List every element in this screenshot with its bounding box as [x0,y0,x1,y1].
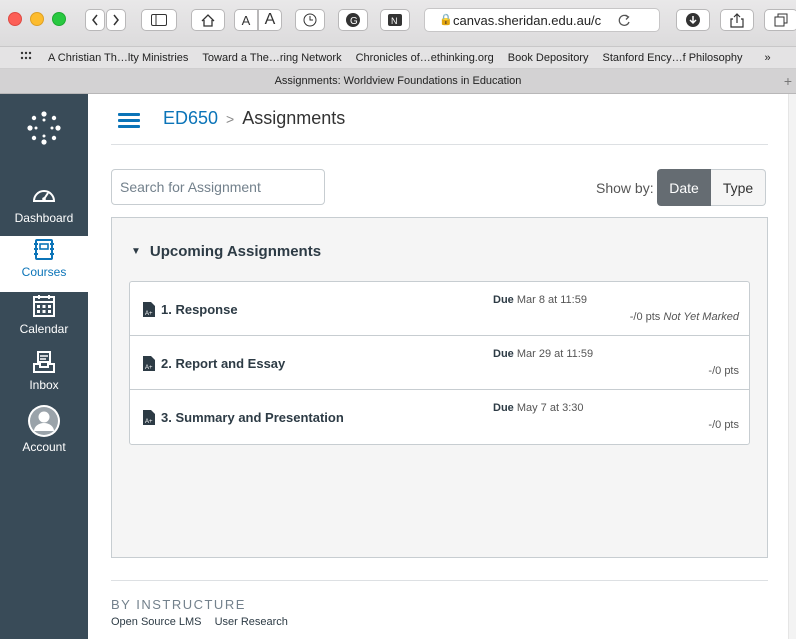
assignment-row[interactable]: A+ 2. Report and Essay Due Mar 29 at 11:… [130,336,749,390]
page-scrollbar[interactable] [788,94,796,639]
breadcrumb-current: Assignments [242,108,346,128]
global-navigation: Dashboard Courses Calendar Inbox Account [0,94,88,639]
assignment-icon: A+ [143,410,155,425]
canvas-logo-icon[interactable] [26,110,62,146]
footer-links: Open Source LMS User Research [111,616,298,628]
caret-down-icon: ▼ [131,246,141,257]
sidebar-toggle-button[interactable] [141,9,177,31]
home-icon [201,13,215,27]
assignment-title[interactable]: 3. Summary and Presentation [161,410,344,425]
nav-inbox[interactable]: Inbox [0,349,88,405]
home-button[interactable] [191,9,225,31]
bookmarks-bar: A Christian Th…lty Ministries Toward a T… [0,47,796,69]
show-by-date-button[interactable]: Date [657,169,711,206]
account-icon [28,405,60,437]
svg-text:A+: A+ [145,365,153,371]
assignment-group-panel: ▼ Upcoming Assignments A+ 1. Response Du… [111,217,768,558]
svg-text:G: G [350,16,358,27]
assignment-row[interactable]: A+ 3. Summary and Presentation Due May 7… [130,390,749,444]
courses-icon [34,239,54,260]
nav-dashboard[interactable]: Dashboard [0,182,88,238]
forward-button[interactable] [106,9,126,31]
footer-link[interactable]: Open Source LMS [111,616,202,628]
reload-icon[interactable] [618,14,631,27]
course-menu-toggle[interactable] [118,113,140,129]
zoom-window-button[interactable] [52,12,66,26]
breadcrumb-separator: > [226,110,235,127]
nav-calendar[interactable]: Calendar [0,293,88,349]
inbox-icon [33,351,55,373]
breadcrumb-course-link[interactable]: ED650 [163,108,218,129]
onenote-icon: N [388,14,402,26]
main-content: ED650 > Assignments Show by: Date Type ▼… [88,94,796,639]
minimize-window-button[interactable] [30,12,44,26]
bookmarks-overflow-icon[interactable]: » [765,52,771,64]
show-by-type-button[interactable]: Type [711,169,766,206]
assignment-points: -/0 pts Not Yet Marked [629,311,739,323]
tab-bar: Assignments: Worldview Foundations in Ed… [0,69,796,94]
clock-icon [303,13,317,27]
tabs-overview-button[interactable] [764,9,796,31]
search-assignment-input[interactable] [111,169,325,205]
chevron-left-icon [92,14,98,26]
assignment-title[interactable]: 2. Report and Essay [161,356,285,371]
url-text: canvas.sheridan.edu.au/c [453,12,602,28]
grammarly-button[interactable]: G [338,9,368,31]
share-icon [730,12,744,28]
assignment-icon: A+ [143,356,155,371]
assignment-row[interactable]: A+ 1. Response Due Mar 8 at 11:59 -/0 pt… [130,282,749,336]
text-smaller-button[interactable]: A [234,9,258,31]
footer-link[interactable]: User Research [215,616,288,628]
show-by-label: Show by: [596,180,654,196]
browser-toolbar: A A G N 🔒 canvas.sheridan.edu.au/c [0,0,796,47]
svg-text:N: N [391,16,398,26]
assignment-icon: A+ [143,302,155,317]
assignment-title[interactable]: 1. Response [161,302,238,317]
breadcrumb: ED650 > Assignments [163,108,345,129]
sidebar-icon [151,14,167,26]
chevron-right-icon [113,14,119,26]
assignment-points: -/0 pts [708,419,739,431]
address-bar[interactable]: 🔒 canvas.sheridan.edu.au/c [424,8,660,32]
bookmark-link[interactable]: A Christian Th…lty Ministries [48,52,188,64]
svg-text:A+: A+ [145,311,153,317]
bookmark-link[interactable]: Chronicles of…ethinking.org [356,52,494,64]
onenote-button[interactable]: N [380,9,410,31]
download-icon [686,13,700,27]
assignment-due: Due Mar 8 at 11:59 [493,294,587,306]
grammarly-icon: G [346,13,360,27]
text-larger-button[interactable]: A [258,9,282,31]
bookmark-link[interactable]: Stanford Ency…f Philosophy [602,52,742,64]
calendar-icon [33,295,55,317]
nav-account[interactable]: Account [0,404,88,460]
bookmark-link[interactable]: Book Depository [508,52,589,64]
divider [111,144,768,145]
bookmark-link[interactable]: Toward a The…ring Network [202,52,341,64]
back-button[interactable] [85,9,105,31]
new-tab-button[interactable]: + [784,73,792,89]
active-tab[interactable]: Assignments: Worldview Foundations in Ed… [275,75,522,87]
footer-brand[interactable]: BY INSTRUCTURE [111,597,246,612]
grid-icon[interactable] [20,51,34,64]
assignment-points: -/0 pts [708,365,739,377]
assignment-list: A+ 1. Response Due Mar 8 at 11:59 -/0 pt… [129,281,750,445]
history-button[interactable] [295,9,325,31]
svg-text:A+: A+ [145,419,153,425]
upcoming-assignments-toggle[interactable]: ▼ Upcoming Assignments [131,243,321,260]
footer-divider [111,580,768,581]
close-window-button[interactable] [8,12,22,26]
lock-icon: 🔒 [439,14,453,26]
tabs-icon [774,13,788,27]
share-button[interactable] [720,9,754,31]
group-title: Upcoming Assignments [149,243,322,260]
assignment-due: Due Mar 29 at 11:59 [493,348,594,360]
dashboard-icon [32,190,56,202]
nav-courses[interactable]: Courses [0,236,88,292]
assignment-due: Due May 7 at 3:30 [493,402,584,414]
downloads-button[interactable] [676,9,710,31]
